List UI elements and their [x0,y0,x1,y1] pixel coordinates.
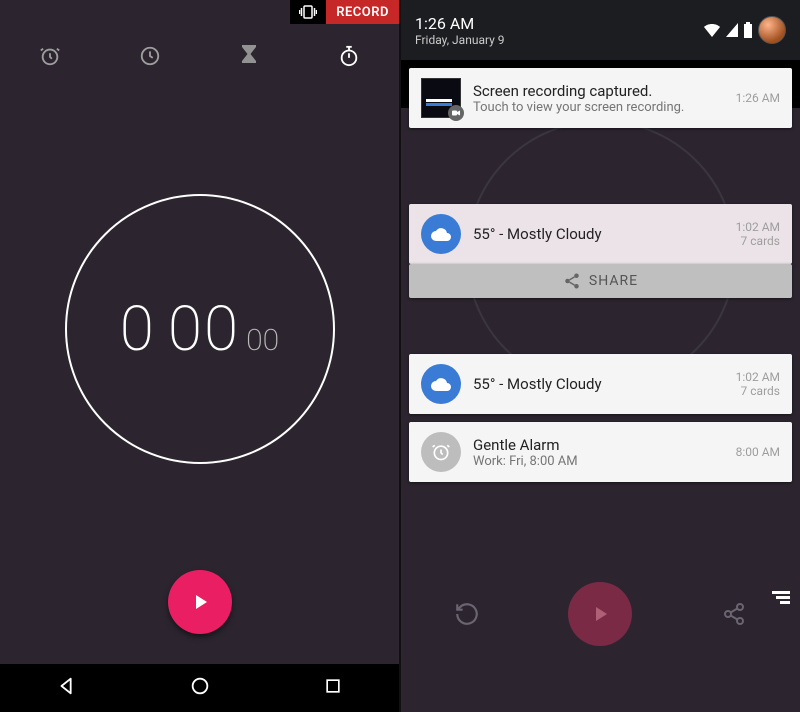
stopwatch-time: 0 00 00 [120,293,279,366]
notification-title: 55° - Mostly Cloudy [473,225,736,243]
stopwatch-display: 0 00 00 [0,88,399,570]
status-date: Friday, January 9 [415,33,505,47]
user-avatar[interactable] [758,16,786,44]
notification-title: Gentle Alarm [473,436,736,454]
share-label: SHARE [589,273,638,289]
phone-right-notification-shade: 1:26 AM Friday, January 9 0 00 00 [399,0,800,712]
stopwatch-circle: 0 00 00 [65,194,335,464]
stopwatch-seconds: 00 [168,293,240,366]
record-bar: RECORD [290,0,399,24]
status-time: 1:26 AM [415,14,505,33]
notification-subtitle: Work: Fri, 8:00 AM [473,454,736,469]
phone-left-stopwatch: RECORD 0 00 00 [0,0,399,712]
play-icon [188,590,212,614]
notification-time: 1:02 AM [736,370,780,384]
android-navbar [0,664,399,712]
cell-signal-icon [726,23,738,37]
stopwatch-minutes: 0 [120,293,154,366]
notification-weather[interactable]: 55° - Mostly Cloudy 1:02 AM 7 cards [409,354,792,414]
play-button[interactable] [168,570,232,634]
share-icon [563,272,581,290]
nav-recent[interactable] [323,676,343,700]
notification-title: Screen recording captured. [473,82,736,100]
status-datetime: 1:26 AM Friday, January 9 [415,14,505,47]
nav-home[interactable] [189,675,211,701]
notification-count: 7 cards [736,234,780,248]
cloud-icon [421,214,461,254]
tab-timer[interactable] [237,44,261,68]
notification-subtitle: Touch to view your screen recording. [473,100,736,115]
notification-weather-expanded[interactable]: 55° - Mostly Cloudy 1:02 AM 7 cards [409,204,792,264]
cloud-icon [421,364,461,404]
clock-tabs [0,24,399,88]
record-button[interactable]: RECORD [326,0,399,24]
wifi-icon [704,23,720,37]
status-bar[interactable]: 1:26 AM Friday, January 9 [401,0,800,60]
shade-gap [409,136,792,196]
shade-gap [409,306,792,346]
screenrec-thumbnail-icon [421,78,461,118]
tab-clock[interactable] [138,44,162,68]
notification-screen-recording[interactable]: Screen recording captured. Touch to view… [409,68,792,128]
alarm-icon [421,432,461,472]
notification-time: 8:00 AM [736,445,780,459]
notification-title: 55° - Mostly Cloudy [473,375,736,393]
battery-icon [744,22,752,38]
status-icons [704,16,786,44]
notification-action-share[interactable]: SHARE [409,264,792,298]
stopwatch-centiseconds: 00 [246,323,279,358]
tab-alarm[interactable] [38,44,62,68]
vibrate-icon [290,0,326,24]
tab-stopwatch[interactable] [337,44,361,68]
notification-time: 1:02 AM [736,220,780,234]
notification-time: 1:26 AM [736,91,780,105]
notification-count: 7 cards [736,384,780,398]
nav-back[interactable] [56,675,78,701]
quick-settings-handle[interactable] [772,591,790,604]
notification-alarm[interactable]: Gentle Alarm Work: Fri, 8:00 AM 8:00 AM [409,422,792,482]
notification-shade[interactable]: Screen recording captured. Touch to view… [401,60,800,664]
